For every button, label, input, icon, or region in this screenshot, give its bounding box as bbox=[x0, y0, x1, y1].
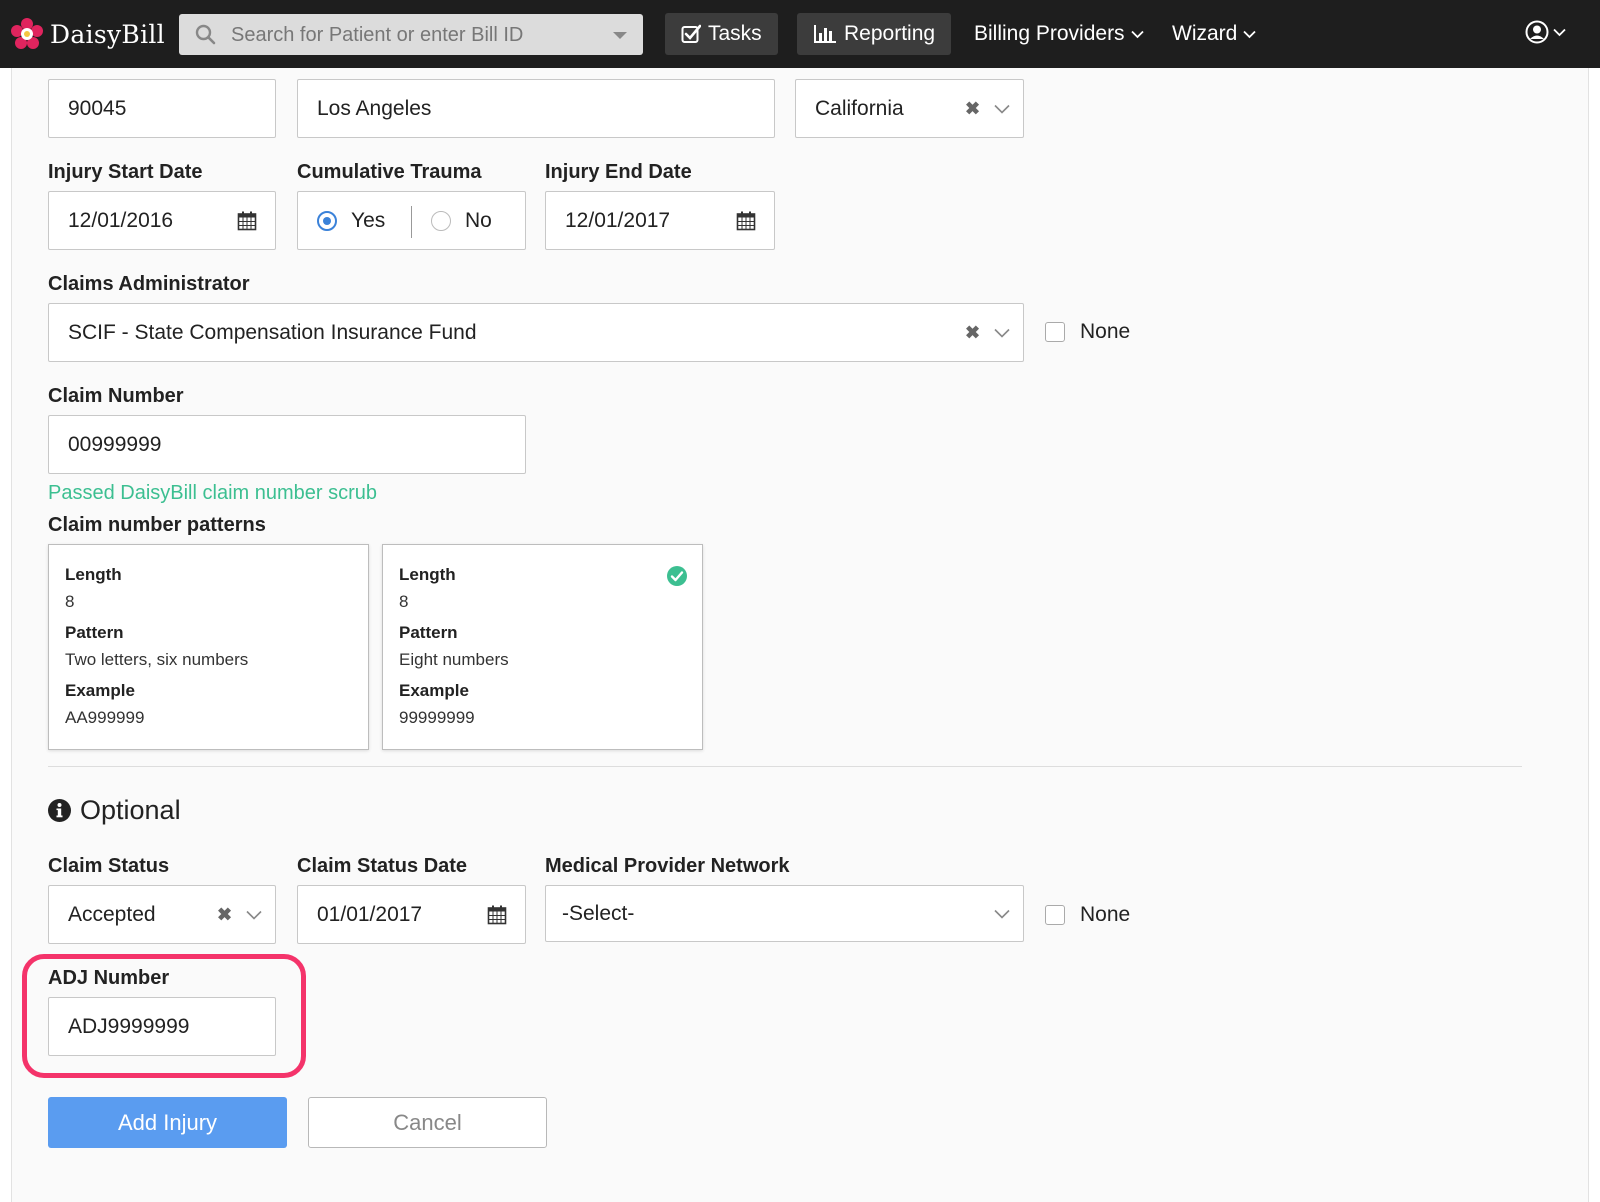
example-label: Example bbox=[399, 681, 469, 700]
add-injury-button[interactable]: Add Injury bbox=[48, 1097, 287, 1148]
chevron-down-icon[interactable] bbox=[994, 909, 1010, 919]
pattern-value: Eight numbers bbox=[399, 650, 509, 669]
info-icon bbox=[48, 799, 71, 822]
cumulative-no-option[interactable]: No bbox=[431, 209, 492, 233]
brand-name: DaisyBill bbox=[50, 19, 165, 49]
claim-status-date-value: 01/01/2017 bbox=[317, 902, 423, 926]
claim-number-value: 00999999 bbox=[68, 432, 162, 456]
pattern-label: Pattern bbox=[65, 623, 124, 642]
cumulative-trauma-radio-group: Yes No bbox=[297, 191, 526, 250]
mpn-select[interactable]: -Select- bbox=[545, 885, 1024, 942]
section-divider bbox=[48, 766, 1522, 767]
no-label: No bbox=[465, 208, 492, 232]
top-navbar: DaisyBill Search for Patient or enter Bi… bbox=[0, 0, 1600, 68]
chevron-down-icon[interactable] bbox=[246, 910, 262, 920]
chevron-down-icon[interactable] bbox=[994, 104, 1010, 114]
claims-admin-none-label: None bbox=[1080, 320, 1131, 343]
injury-start-date-value: 12/01/2016 bbox=[68, 208, 174, 232]
example-value: 99999999 bbox=[399, 708, 475, 727]
yes-label: Yes bbox=[351, 208, 386, 232]
zip-field[interactable]: 90045 bbox=[48, 79, 276, 138]
brand[interactable]: DaisyBill bbox=[10, 16, 165, 52]
city-value: Los Angeles bbox=[317, 96, 432, 120]
checkbox-icon bbox=[681, 24, 701, 43]
bar-chart-icon bbox=[814, 25, 836, 43]
wizard-menu[interactable]: Wizard bbox=[1172, 13, 1256, 55]
claim-number-patterns-label: Claim number patterns bbox=[48, 514, 266, 536]
injury-end-date-label: Injury End Date bbox=[545, 161, 692, 183]
optional-heading-text: Optional bbox=[80, 795, 181, 825]
daisy-logo-icon bbox=[11, 18, 43, 49]
length-label: Length bbox=[399, 565, 456, 584]
chevron-down-icon[interactable] bbox=[994, 328, 1010, 338]
tasks-label: Tasks bbox=[708, 22, 762, 45]
length-label: Length bbox=[65, 565, 122, 584]
claim-status-label: Claim Status bbox=[48, 855, 170, 877]
claims-administrator-select[interactable]: SCIF - State Compensation Insurance Fund… bbox=[48, 303, 1024, 362]
state-select[interactable]: California ✖ bbox=[795, 79, 1024, 138]
cancel-button[interactable]: Cancel bbox=[308, 1097, 547, 1148]
injury-end-date-field[interactable]: 12/01/2017 bbox=[545, 191, 775, 250]
mpn-none-label: None bbox=[1080, 903, 1131, 926]
state-value: California bbox=[815, 96, 904, 120]
calendar-icon[interactable] bbox=[736, 211, 756, 231]
radio-unselected-icon bbox=[431, 210, 451, 231]
caret-down-icon[interactable] bbox=[613, 32, 627, 39]
pattern-value: Two letters, six numbers bbox=[65, 650, 249, 669]
length-value: 8 bbox=[399, 592, 409, 611]
tasks-button[interactable]: Tasks bbox=[665, 13, 778, 55]
cumulative-yes-option[interactable]: Yes bbox=[317, 209, 385, 233]
wizard-label: Wizard bbox=[1172, 22, 1238, 45]
pattern-card: Length 8 Pattern Two letters, six number… bbox=[48, 544, 369, 750]
injury-start-date-label: Injury Start Date bbox=[48, 161, 203, 183]
claims-admin-none-checkbox[interactable] bbox=[1045, 322, 1065, 342]
mpn-none-checkbox[interactable] bbox=[1045, 905, 1065, 925]
calendar-icon[interactable] bbox=[487, 905, 507, 925]
claims-administrator-label: Claims Administrator bbox=[48, 273, 250, 295]
claim-number-label: Claim Number bbox=[48, 385, 184, 407]
claim-scrub-success-message: Passed DaisyBill claim number scrub bbox=[48, 482, 378, 504]
pattern-card-matched: Length 8 Pattern Eight numbers Example 9… bbox=[382, 544, 703, 750]
mpn-label: Medical Provider Network bbox=[545, 855, 790, 877]
mpn-value: -Select- bbox=[562, 901, 635, 925]
reporting-button[interactable]: Reporting bbox=[797, 13, 952, 55]
user-avatar-icon bbox=[1525, 20, 1549, 44]
reporting-label: Reporting bbox=[844, 22, 936, 45]
calendar-icon[interactable] bbox=[237, 211, 257, 231]
injury-end-date-value: 12/01/2017 bbox=[565, 208, 671, 232]
search-placeholder: Search for Patient or enter Bill ID bbox=[231, 24, 524, 46]
clear-icon[interactable]: ✖ bbox=[217, 904, 232, 925]
radio-selected-icon bbox=[317, 210, 337, 231]
claim-number-field[interactable]: 00999999 bbox=[48, 415, 526, 474]
adj-number-label: ADJ Number bbox=[48, 967, 170, 989]
clear-icon[interactable]: ✖ bbox=[965, 98, 980, 119]
example-value: AA999999 bbox=[65, 708, 145, 727]
claim-status-value: Accepted bbox=[68, 902, 156, 926]
patient-search[interactable]: Search for Patient or enter Bill ID bbox=[179, 14, 643, 55]
length-value: 8 bbox=[65, 592, 75, 611]
city-field[interactable]: Los Angeles bbox=[297, 79, 775, 138]
adj-number-value: ADJ9999999 bbox=[68, 1014, 190, 1038]
injury-start-date-field[interactable]: 12/01/2016 bbox=[48, 191, 276, 250]
chevron-down-icon bbox=[1130, 30, 1144, 38]
example-label: Example bbox=[65, 681, 135, 700]
adj-number-field[interactable]: ADJ9999999 bbox=[48, 997, 276, 1056]
claim-status-date-field[interactable]: 01/01/2017 bbox=[297, 885, 526, 944]
chevron-down-icon bbox=[1243, 30, 1256, 38]
check-circle-icon bbox=[667, 566, 687, 586]
claim-status-select[interactable]: Accepted ✖ bbox=[48, 885, 276, 944]
cumulative-trauma-label: Cumulative Trauma bbox=[297, 161, 482, 183]
billing-providers-menu[interactable]: Billing Providers bbox=[974, 13, 1144, 55]
clear-icon[interactable]: ✖ bbox=[965, 322, 980, 343]
zip-value: 90045 bbox=[68, 96, 127, 120]
claim-status-date-label: Claim Status Date bbox=[297, 855, 468, 877]
radio-divider bbox=[411, 206, 412, 238]
search-icon bbox=[195, 24, 216, 45]
chevron-down-icon bbox=[1553, 28, 1566, 36]
claims-administrator-value: SCIF - State Compensation Insurance Fund bbox=[68, 320, 477, 344]
optional-section-heading: Optional bbox=[48, 795, 181, 826]
pattern-label: Pattern bbox=[399, 623, 458, 642]
billing-providers-label: Billing Providers bbox=[974, 22, 1125, 45]
user-menu[interactable] bbox=[1525, 20, 1566, 44]
